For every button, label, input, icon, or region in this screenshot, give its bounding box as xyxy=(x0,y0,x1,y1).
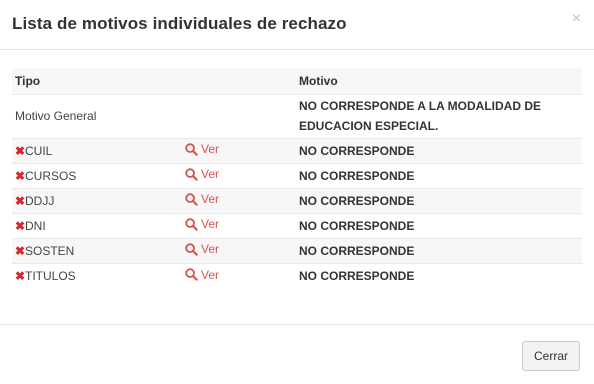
table-header-row: Tipo Motivo xyxy=(12,68,582,94)
search-icon xyxy=(185,218,198,231)
ver-label: Ver xyxy=(201,167,220,182)
ver-link[interactable]: Ver xyxy=(185,217,219,231)
ver-label: Ver xyxy=(201,267,220,282)
header-motivo: Motivo xyxy=(299,73,338,88)
row-tipo: ✖TITULOS xyxy=(12,262,182,288)
ver-label: Ver xyxy=(201,242,220,257)
x-mark-icon: ✖ xyxy=(15,168,26,183)
row-ver-cell: Ver xyxy=(182,187,296,213)
general-reason-line-1: NO CORRESPONDE A LA MODALIDAD DE xyxy=(299,99,542,113)
row-tipo-label: DNI xyxy=(25,218,46,233)
search-icon xyxy=(185,268,198,281)
dialog-body: Tipo Motivo Motivo General NO CORRESPOND… xyxy=(0,50,594,288)
x-mark-icon: ✖ xyxy=(15,268,26,283)
general-reason-empty xyxy=(182,93,296,138)
table-row: ✖CUIL Ver NO CORRESPONDE xyxy=(12,137,582,163)
reasons-table: Tipo Motivo Motivo General NO CORRESPOND… xyxy=(12,68,582,288)
row-ver-cell: Ver xyxy=(182,262,296,288)
row-tipo: ✖CURSOS xyxy=(12,162,182,188)
row-tipo-label: SOSTEN xyxy=(25,243,75,258)
general-reason-line-2: EDUCACION ESPECIAL. xyxy=(299,119,439,133)
table-row: ✖CURSOS Ver NO CORRESPONDE xyxy=(12,162,582,188)
close-button[interactable]: Cerrar xyxy=(522,341,580,371)
row-tipo-label: CURSOS xyxy=(25,168,77,183)
dialog-header: Lista de motivos individuales de rechazo… xyxy=(0,0,594,50)
x-mark-icon: ✖ xyxy=(15,243,26,258)
ver-label: Ver xyxy=(201,192,220,207)
row-tipo: ✖SOSTEN xyxy=(12,237,182,263)
header-tipo: Tipo xyxy=(15,73,41,88)
x-mark-icon: ✖ xyxy=(15,193,26,208)
search-icon xyxy=(185,243,198,256)
search-icon xyxy=(185,193,198,206)
row-motivo: NO CORRESPONDE xyxy=(296,262,582,288)
general-reason-row: Motivo General NO CORRESPONDE A LA MODAL… xyxy=(12,93,582,138)
ver-link[interactable]: Ver xyxy=(185,167,219,181)
row-ver-cell: Ver xyxy=(182,237,296,263)
row-ver-cell: Ver xyxy=(182,212,296,238)
search-icon xyxy=(185,143,198,156)
close-icon[interactable]: × xyxy=(572,11,581,27)
row-motivo: NO CORRESPONDE xyxy=(296,187,582,213)
row-motivo: NO CORRESPONDE xyxy=(296,212,582,238)
row-motivo: NO CORRESPONDE xyxy=(296,237,582,263)
table-row: ✖TITULOS Ver NO CORRESPONDE xyxy=(12,262,582,288)
ver-label: Ver xyxy=(201,217,220,232)
row-ver-cell: Ver xyxy=(182,162,296,188)
row-motivo: NO CORRESPONDE xyxy=(296,162,582,188)
row-tipo-label: CUIL xyxy=(25,143,53,158)
table-row: ✖DDJJ Ver NO CORRESPONDE xyxy=(12,187,582,213)
ver-link[interactable]: Ver xyxy=(185,142,219,156)
row-tipo: ✖DDJJ xyxy=(12,187,182,213)
rejection-reasons-dialog: Lista de motivos individuales de rechazo… xyxy=(0,0,594,384)
row-tipo-label: TITULOS xyxy=(25,268,76,283)
header-ver xyxy=(182,68,296,94)
row-tipo: ✖CUIL xyxy=(12,137,182,163)
dialog-footer: Cerrar xyxy=(0,324,594,384)
x-mark-icon: ✖ xyxy=(15,218,26,233)
general-reason-label: Motivo General xyxy=(12,93,182,138)
general-reason-text: NO CORRESPONDE A LA MODALIDAD DE EDUCACI… xyxy=(296,93,582,138)
row-motivo: NO CORRESPONDE xyxy=(296,137,582,163)
x-mark-icon: ✖ xyxy=(15,143,26,158)
row-ver-cell: Ver xyxy=(182,137,296,163)
ver-link[interactable]: Ver xyxy=(185,192,219,206)
table-row: ✖DNI Ver NO CORRESPONDE xyxy=(12,212,582,238)
ver-label: Ver xyxy=(201,142,220,157)
ver-link[interactable]: Ver xyxy=(185,242,219,256)
row-tipo: ✖DNI xyxy=(12,212,182,238)
search-icon xyxy=(185,168,198,181)
dialog-title: Lista de motivos individuales de rechazo xyxy=(12,14,347,33)
ver-link[interactable]: Ver xyxy=(185,268,219,282)
row-tipo-label: DDJJ xyxy=(25,193,55,208)
table-row: ✖SOSTEN Ver NO CORRESPONDE xyxy=(12,237,582,263)
